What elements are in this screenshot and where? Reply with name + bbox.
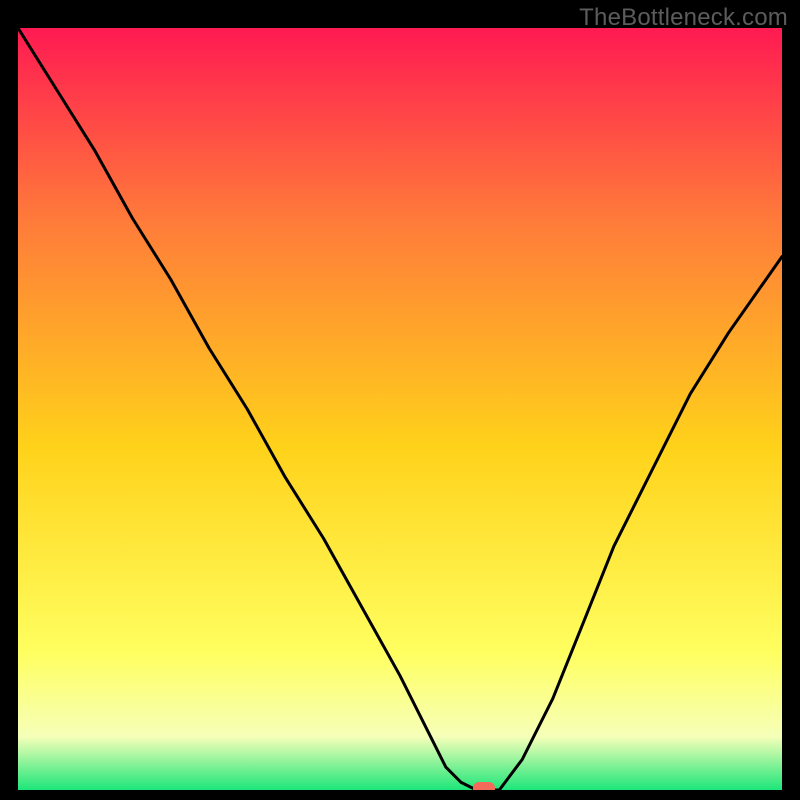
watermark-text: TheBottleneck.com [579, 4, 788, 32]
chart-frame: TheBottleneck.com [0, 0, 800, 800]
optimal-point-marker [473, 782, 495, 790]
bottleneck-plot [18, 28, 782, 790]
plot-svg [18, 28, 782, 790]
